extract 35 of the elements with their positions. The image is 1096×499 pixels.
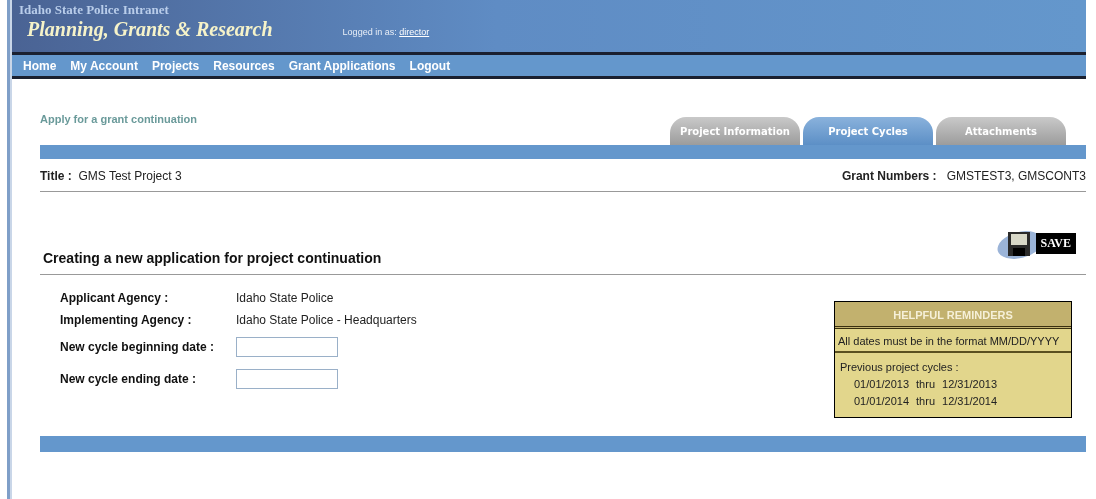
cycles-label: Previous project cycles : <box>840 361 960 373</box>
cycle-end: 12/31/2013 <box>942 378 998 390</box>
field-label: Implementing Agency : <box>60 313 193 327</box>
nav-link[interactable]: Projects <box>151 58 200 73</box>
login-status: Logged in as: director <box>342 27 430 39</box>
cycle-separator: thru <box>916 378 936 390</box>
section-heading: Creating a new application for project continuation <box>43 250 382 266</box>
nav-link[interactable]: Grant Applications <box>288 58 396 73</box>
cycle-separator: thru <box>916 395 936 407</box>
field-value: Idaho State Police <box>236 291 335 305</box>
field-value: Idaho State Police - Headquarters <box>236 313 417 327</box>
field-label: Applicant Agency : <box>60 291 170 305</box>
tab[interactable]: Project Cycles <box>803 117 933 145</box>
site-title: Planning, Grants & Research <box>26 18 273 41</box>
tab[interactable]: Attachments <box>936 117 1066 145</box>
page-title: Apply for a grant continuation <box>40 113 198 125</box>
grant-numbers: Grant Numbers : GMSTEST3, GMSCONT3 <box>841 169 1086 183</box>
save-button[interactable]: SAVE <box>995 226 1076 260</box>
cycle-end: 12/31/2014 <box>942 395 998 407</box>
field-label: New cycle ending date : <box>60 372 198 386</box>
nav-link[interactable]: Logout <box>409 58 451 73</box>
project-title: Title : GMS Test Project 3 <box>40 169 182 183</box>
panel-title: HELPFUL REMINDERS <box>835 302 1071 329</box>
date-input[interactable] <box>236 369 338 389</box>
org-name: Idaho State Police Intranet <box>19 2 170 18</box>
nav-link[interactable]: My Account <box>70 58 138 73</box>
cycle-start: 01/01/2014 <box>854 395 910 407</box>
date-input[interactable] <box>236 337 338 357</box>
tab[interactable]: Project Information <box>670 117 800 145</box>
cycle-start: 01/01/2013 <box>854 378 910 390</box>
nav-link[interactable]: Home <box>23 58 57 73</box>
date-format-note: All dates must be in the format MM/DD/YYYY <box>835 329 1071 353</box>
user-link[interactable]: director <box>399 27 430 37</box>
nav-link[interactable]: Resources <box>213 58 275 73</box>
field-label: New cycle beginning date : <box>60 340 216 354</box>
